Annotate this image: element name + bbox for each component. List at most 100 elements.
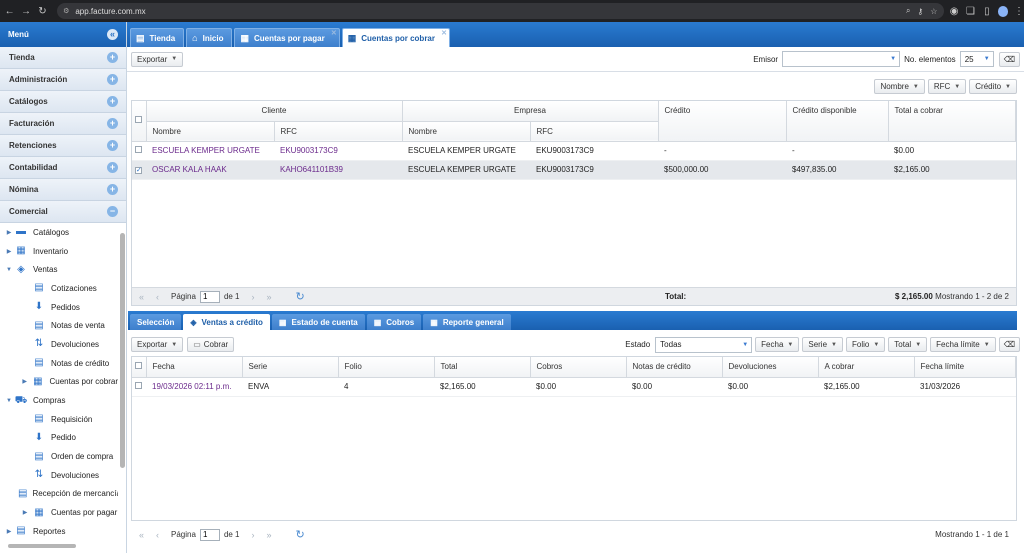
collapse-menu-icon[interactable]: « <box>107 29 118 40</box>
credito-disponible-header[interactable]: Crédito disponible <box>786 101 889 142</box>
refresh-icon[interactable]: ↻ <box>296 528 305 541</box>
select-all-checkbox[interactable] <box>135 362 142 370</box>
browser-menu-icon[interactable]: ⋮ <box>1014 6 1024 17</box>
collapsed-arrow-icon[interactable]: ▶ <box>4 528 14 535</box>
tree-item-pedido[interactable]: ⬇ Pedido <box>0 429 118 448</box>
forward-icon[interactable]: → <box>19 6 32 17</box>
expanded-arrow-icon[interactable]: ▼ <box>4 398 14 404</box>
back-icon[interactable]: ← <box>3 6 16 17</box>
tree-item-notas-de-venta[interactable]: ▤ Notas de venta <box>0 316 118 335</box>
cell-fecha[interactable]: 19/03/2026 02:11 p.m. <box>146 377 242 397</box>
filter-nombre-button[interactable]: Nombre ▼ <box>874 79 925 94</box>
row-checkbox[interactable]: ✓ <box>135 167 142 174</box>
menu-section-contabilidad[interactable]: Contabilidad + <box>0 157 126 179</box>
profile-avatar[interactable] <box>997 5 1009 17</box>
expand-icon[interactable]: + <box>107 184 118 195</box>
menu-section-retenciones[interactable]: Retenciones + <box>0 135 126 157</box>
tree-item-orden-de-compra[interactable]: ▤ Orden de compra <box>0 447 118 466</box>
next-page-icon[interactable]: › <box>252 530 255 540</box>
collapsed-arrow-icon[interactable]: ▶ <box>18 378 31 385</box>
subtab-seleccion[interactable]: Selección <box>130 314 182 330</box>
bookmark-star-icon[interactable]: ☆ <box>930 7 937 16</box>
row-checkbox[interactable] <box>135 146 142 153</box>
collapsed-arrow-icon[interactable]: ▶ <box>18 509 32 516</box>
col-devoluciones-header[interactable]: Devoluciones <box>722 357 819 378</box>
sidebar-horizontal-scrollbar[interactable] <box>8 544 76 548</box>
cell-cliente-rfc[interactable]: EKU9003173C9 <box>274 141 402 161</box>
refresh-icon[interactable]: ↻ <box>296 290 305 303</box>
filter-fecha-button[interactable]: Fecha ▼ <box>755 337 800 352</box>
col-notas-de-credito-header[interactable]: Notas de crédito <box>626 357 723 378</box>
filter-total-button[interactable]: Total ▼ <box>888 337 928 352</box>
subtab-estado-de-cuenta[interactable]: ▦ Estado de cuenta <box>271 314 365 330</box>
tree-item-ventas[interactable]: ▼ ◈ Ventas <box>0 260 118 279</box>
expanded-arrow-icon[interactable]: ▼ <box>4 267 14 273</box>
col-folio-header[interactable]: Folio <box>338 357 435 378</box>
filter-serie-button[interactable]: Serie ▼ <box>802 337 843 352</box>
zoom-icon[interactable]: ⌕ <box>906 6 910 16</box>
col-serie-header[interactable]: Serie <box>242 357 339 378</box>
tree-item-cuentas-por-cobrar[interactable]: ▶ ▦ Cuentas por cobrar <box>0 373 118 392</box>
export-button[interactable]: Exportar ▼ <box>131 51 184 67</box>
collapsed-arrow-icon[interactable]: ▶ <box>4 229 14 236</box>
sidebar-scrollbar[interactable] <box>120 233 125 468</box>
tab-cuentas-por-pagar[interactable]: ▦ Cuentas por pagar ✕ <box>234 28 340 47</box>
extension-icon[interactable]: ◉ <box>947 6 960 17</box>
tree-item-compras[interactable]: ▼ ⛟ Compras <box>0 391 118 410</box>
cliente-nombre-header[interactable]: Nombre <box>146 121 275 142</box>
address-bar[interactable]: ⚙ app.facture.com.mx ⌕ ⚷ ☆ <box>57 3 945 19</box>
credito-header[interactable]: Crédito <box>658 101 787 142</box>
expand-icon[interactable]: + <box>107 140 118 151</box>
close-tab-icon[interactable]: ✕ <box>331 29 337 37</box>
tree-item-cuentas-por-pagar[interactable]: ▶ ▦ Cuentas por pagar <box>0 503 118 522</box>
close-tab-icon[interactable]: ✕ <box>441 29 447 37</box>
filter-folio-button[interactable]: Folio ▼ <box>846 337 886 352</box>
page-size-select[interactable]: 25 ▼ <box>959 51 994 67</box>
table-row[interactable]: 19/03/2026 02:11 p.m. ENVA 4 $2,165.00 $0.00… <box>132 377 1016 397</box>
first-page-icon[interactable]: « <box>139 292 144 302</box>
empresa-nombre-header[interactable]: Nombre <box>402 121 531 142</box>
menu-section-catalogos[interactable]: Catálogos + <box>0 91 126 113</box>
table-row[interactable]: ESCUELA KEMPER URGATE EKU9003173C9 ESCUELA… <box>132 141 1016 161</box>
table-row[interactable]: ✓ OSCAR KALA HAAK KAHO641101B39 ESCUELA KEM… <box>132 160 1016 180</box>
cell-cliente-rfc[interactable]: KAHO641101B39 <box>274 160 402 180</box>
key-icon[interactable]: ⚷ <box>917 7 923 16</box>
total-cobrar-header[interactable]: Total a cobrar <box>888 101 1016 142</box>
expand-icon[interactable]: + <box>107 96 118 107</box>
expand-icon[interactable]: + <box>107 52 118 63</box>
page-input[interactable] <box>199 528 220 541</box>
first-page-icon[interactable]: « <box>139 530 144 540</box>
menu-section-administracion[interactable]: Administración + <box>0 69 126 91</box>
reload-icon[interactable]: ↻ <box>36 6 49 17</box>
filter-rfc-button[interactable]: RFC ▼ <box>927 79 967 94</box>
page-input[interactable] <box>199 290 220 303</box>
col-total-header[interactable]: Total <box>434 357 531 378</box>
tab-tienda[interactable]: ▤ Tienda <box>130 28 185 47</box>
cliente-rfc-header[interactable]: RFC <box>274 121 403 142</box>
tree-item-inventario[interactable]: ▶ ▦ Inventario <box>0 242 118 261</box>
clear-detail-filters-button[interactable]: ⌫ <box>998 337 1020 352</box>
collapse-icon[interactable]: − <box>107 206 118 217</box>
menu-section-nomina[interactable]: Nómina + <box>0 179 126 201</box>
emisor-select[interactable]: ▼ <box>782 51 901 67</box>
menu-section-comercial[interactable]: Comercial − <box>0 201 126 223</box>
prev-page-icon[interactable]: ‹ <box>156 292 159 302</box>
cobrar-button[interactable]: ▭ Cobrar <box>187 337 235 352</box>
menu-section-facturacion[interactable]: Facturación + <box>0 113 126 135</box>
cell-cliente[interactable]: ESCUELA KEMPER URGATE <box>146 141 274 161</box>
empresa-rfc-header[interactable]: RFC <box>530 121 659 142</box>
tab-inicio[interactable]: ⌂ Inicio <box>186 28 233 47</box>
estado-select[interactable]: Todas ▼ <box>655 336 753 353</box>
subtab-reporte-general[interactable]: ▦ Reporte general <box>423 314 511 330</box>
cell-cliente[interactable]: OSCAR KALA HAAK <box>146 160 274 180</box>
last-page-icon[interactable]: » <box>267 530 272 540</box>
expand-icon[interactable]: + <box>107 118 118 129</box>
tree-item-requisicion[interactable]: ▤ Requisición <box>0 410 118 429</box>
puzzle-icon[interactable]: ❏ <box>964 6 977 17</box>
row-checkbox[interactable] <box>135 382 142 389</box>
last-page-icon[interactable]: » <box>267 292 272 302</box>
select-all-checkbox[interactable] <box>135 116 142 124</box>
tree-item-devoluciones[interactable]: ⇅ Devoluciones <box>0 335 118 354</box>
subtab-cobros[interactable]: ▦ Cobros <box>366 314 422 330</box>
tree-item-cotizaciones[interactable]: ▤ Cotizaciones <box>0 279 118 298</box>
